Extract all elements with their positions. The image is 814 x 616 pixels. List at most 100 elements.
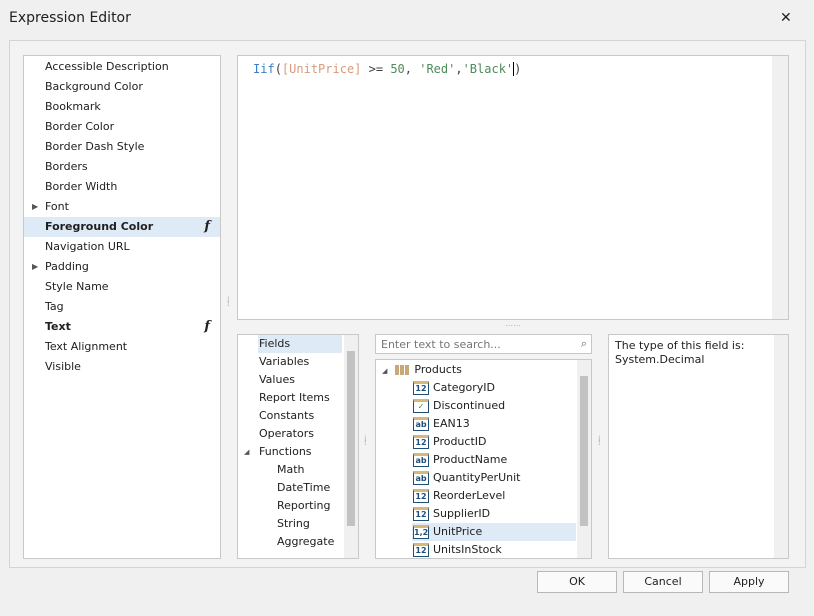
- property-label: Border Color: [45, 120, 115, 133]
- field-item[interactable]: ✓ Discontinued: [412, 397, 576, 415]
- category-item[interactable]: Fields: [258, 335, 342, 353]
- field-item[interactable]: 12 ReorderLevel: [412, 487, 576, 505]
- description-panel: The type of this field is: System.Decima…: [608, 334, 789, 559]
- category-item[interactable]: Aggregate: [276, 533, 334, 551]
- category-list[interactable]: Fields Variables Values Report Items Constan…: [237, 334, 359, 559]
- splitter-grip-left[interactable]: ⁞ ⁞: [227, 296, 230, 308]
- category-item[interactable]: String: [276, 515, 310, 533]
- collapse-arrow-icon[interactable]: ◢: [244, 443, 249, 461]
- field-type-icon: ab: [413, 453, 429, 467]
- property-item[interactable]: Border Color: [24, 117, 220, 137]
- property-item[interactable]: Style Name: [24, 277, 220, 297]
- category-label: String: [277, 517, 310, 530]
- splitter-grip[interactable]: ⁞ ⁞: [364, 435, 367, 447]
- splitter-grip[interactable]: ⁞ ⁞: [598, 435, 601, 447]
- expr-paren: (: [274, 62, 282, 76]
- category-item[interactable]: Constants: [258, 407, 314, 425]
- close-icon[interactable]: ✕: [780, 10, 792, 26]
- field-label: CategoryID: [433, 381, 495, 394]
- category-label: Constants: [259, 409, 315, 422]
- property-label: Font: [45, 200, 69, 213]
- property-item[interactable]: Borders: [24, 157, 220, 177]
- property-label: Bookmark: [45, 100, 101, 113]
- ok-button[interactable]: OK: [537, 571, 617, 593]
- property-label: Borders: [45, 160, 88, 173]
- editor-scrollbar[interactable]: [772, 56, 788, 319]
- expr-field: [UnitPrice]: [281, 62, 362, 76]
- category-label: DateTime: [277, 481, 331, 494]
- property-item[interactable]: Bookmark: [24, 97, 220, 117]
- collapse-arrow-icon[interactable]: ◢: [382, 367, 387, 375]
- field-item[interactable]: 12 SupplierID: [412, 505, 576, 523]
- apply-button[interactable]: Apply: [709, 571, 789, 593]
- field-type-icon: ab: [413, 471, 429, 485]
- description-text: The type of this field is: System.Decima…: [615, 339, 745, 366]
- property-item[interactable]: Border Dash Style: [24, 137, 220, 157]
- category-item[interactable]: Math: [276, 461, 305, 479]
- field-item[interactable]: 1,2 UnitPrice: [412, 523, 576, 541]
- property-item[interactable]: Tag: [24, 297, 220, 317]
- field-label: EAN13: [433, 417, 470, 430]
- category-label: Fields: [259, 337, 291, 350]
- category-item[interactable]: ◢ Functions: [244, 443, 312, 461]
- search-input[interactable]: [379, 336, 569, 353]
- cancel-button[interactable]: Cancel: [623, 571, 703, 593]
- expr-sep: ,: [404, 62, 420, 76]
- category-label: Values: [259, 373, 295, 386]
- field-item[interactable]: 12 ProductID: [412, 433, 576, 451]
- property-item[interactable]: Visible: [24, 357, 220, 377]
- search-icon[interactable]: ⌕: [581, 337, 587, 351]
- category-item[interactable]: Report Items: [258, 389, 330, 407]
- category-item[interactable]: Operators: [258, 425, 314, 443]
- property-item[interactable]: Text f: [24, 317, 220, 337]
- field-type-icon: 12: [413, 543, 429, 557]
- field-type-icon: 12: [413, 507, 429, 521]
- category-item[interactable]: Values: [258, 371, 295, 389]
- expression-text: Iif([UnitPrice] >= 50, 'Red','Black'): [253, 62, 521, 76]
- category-scrollbar[interactable]: [344, 335, 358, 558]
- property-item[interactable]: Border Width: [24, 177, 220, 197]
- tree-scrollbar[interactable]: [577, 360, 591, 558]
- expand-arrow-icon[interactable]: ▶: [32, 197, 38, 217]
- field-tree[interactable]: ◢ Products 12 CategoryID ✓ Discontinued ab EAN1…: [375, 359, 592, 559]
- field-item[interactable]: 12 UnitsInStock: [412, 541, 576, 558]
- category-label: Functions: [259, 445, 312, 458]
- scroll-thumb[interactable]: [580, 376, 588, 526]
- field-type-icon: ✓: [413, 399, 429, 413]
- field-item[interactable]: ab EAN13: [412, 415, 576, 433]
- property-item[interactable]: Text Alignment: [24, 337, 220, 357]
- field-item[interactable]: ab ProductName: [412, 451, 576, 469]
- property-list[interactable]: Accessible Description Background Color Bo…: [23, 55, 221, 559]
- search-box[interactable]: ⌕: [375, 334, 592, 354]
- expr-number: 50: [390, 62, 405, 76]
- tree-root[interactable]: ◢ Products: [382, 361, 462, 379]
- splitter-grip-horizontal[interactable]: ⋯⋯: [505, 322, 521, 330]
- category-item[interactable]: Reporting: [276, 497, 330, 515]
- property-label: Text Alignment: [45, 340, 128, 353]
- description-scrollbar[interactable]: [774, 335, 788, 558]
- property-item[interactable]: Foreground Color f: [24, 217, 220, 237]
- tree-root-label: Products: [414, 363, 462, 376]
- field-type-icon: 12: [413, 381, 429, 395]
- property-item[interactable]: Background Color: [24, 77, 220, 97]
- field-type-icon: 1,2: [413, 525, 429, 539]
- property-item[interactable]: ▶ Font: [24, 197, 220, 217]
- property-item[interactable]: Navigation URL: [24, 237, 220, 257]
- expr-function: Iif: [253, 62, 275, 76]
- category-item[interactable]: DateTime: [276, 479, 330, 497]
- field-label: ReorderLevel: [433, 489, 506, 502]
- field-label: QuantityPerUnit: [433, 471, 521, 484]
- field-item[interactable]: 12 CategoryID: [412, 379, 576, 397]
- scroll-thumb[interactable]: [347, 351, 355, 526]
- property-label: Background Color: [45, 80, 143, 93]
- expression-editor[interactable]: Iif([UnitPrice] >= 50, 'Red','Black'): [237, 55, 789, 320]
- expand-arrow-icon[interactable]: ▶: [32, 257, 38, 277]
- category-label: Aggregate: [277, 535, 335, 548]
- category-label: Operators: [259, 427, 314, 440]
- property-item[interactable]: ▶ Padding: [24, 257, 220, 277]
- property-label: Navigation URL: [45, 240, 130, 253]
- field-item[interactable]: ab QuantityPerUnit: [412, 469, 576, 487]
- category-item[interactable]: Variables: [258, 353, 309, 371]
- property-item[interactable]: Accessible Description: [24, 57, 220, 77]
- category-label: Variables: [259, 355, 310, 368]
